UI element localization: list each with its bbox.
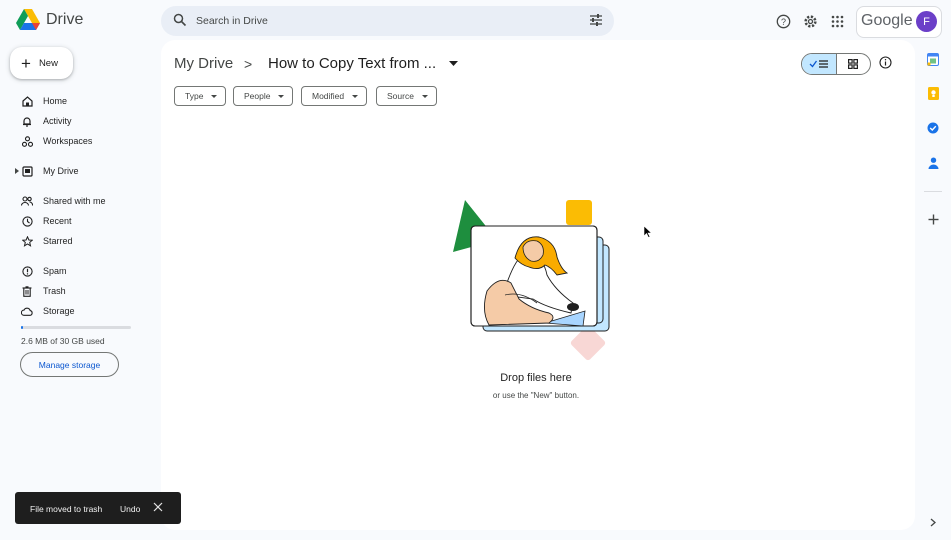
filter-modified[interactable]: Modified: [301, 86, 368, 106]
contacts-icon[interactable]: [926, 156, 940, 170]
my-drive-icon: [20, 164, 34, 178]
filter-label: Type: [185, 91, 204, 101]
filter-label: Modified: [312, 91, 345, 101]
sidebar-item-label: Starred: [43, 236, 73, 246]
chevron-down-icon: [278, 94, 285, 98]
calendar-icon[interactable]: [926, 52, 940, 66]
filter-label: Source: [387, 91, 414, 101]
search-input[interactable]: Search in Drive: [196, 15, 268, 27]
google-wordmark: Google: [861, 12, 913, 29]
chevron-down-icon[interactable]: [449, 61, 458, 66]
sidebar-item-label: Activity: [43, 116, 72, 126]
clock-icon: [20, 214, 34, 228]
empty-state-illustration: [445, 195, 625, 365]
tune-icon[interactable]: [589, 14, 603, 26]
snackbar-message: File moved to trash: [30, 504, 103, 514]
sidebar-item-activity[interactable]: Activity: [16, 112, 72, 130]
chevron-down-icon: [421, 94, 428, 98]
home-icon: [20, 94, 34, 108]
new-button[interactable]: + New: [10, 47, 73, 79]
drive-logo-icon[interactable]: [15, 8, 41, 32]
star-icon: [20, 234, 34, 248]
sidebar-item-label: Trash: [43, 286, 66, 296]
sidebar-item-storage[interactable]: Storage: [16, 302, 75, 320]
rail-divider: [924, 191, 942, 192]
filter-people[interactable]: People: [233, 86, 294, 106]
search-bar[interactable]: Search in Drive: [161, 6, 614, 36]
list-view-button[interactable]: [802, 54, 837, 74]
filter-type[interactable]: Type: [174, 86, 227, 106]
avatar[interactable]: F: [916, 11, 937, 32]
undo-button[interactable]: Undo: [120, 504, 140, 514]
mouse-cursor-icon: [644, 226, 652, 238]
sidebar-item-label: Recent: [43, 216, 72, 226]
breadcrumb-root[interactable]: My Drive: [174, 55, 233, 72]
add-icon[interactable]: [926, 212, 940, 226]
filter-label: People: [244, 91, 271, 101]
app-title[interactable]: Drive: [46, 11, 83, 29]
tasks-icon[interactable]: [926, 121, 940, 135]
close-icon[interactable]: [153, 502, 163, 512]
settings-icon[interactable]: [801, 12, 819, 30]
sidebar-item-recent[interactable]: Recent: [16, 212, 72, 230]
sidebar-item-label: Shared with me: [43, 196, 106, 206]
bell-icon: [20, 114, 34, 128]
spam-icon: [20, 264, 34, 278]
breadcrumb-separator: >: [244, 56, 253, 72]
filter-source[interactable]: Source: [376, 86, 437, 106]
cloud-icon: [20, 304, 34, 318]
breadcrumb-current[interactable]: How to Copy Text from ...: [268, 55, 436, 72]
sidebar-item-label: My Drive: [43, 166, 79, 176]
apps-grid-icon[interactable]: [828, 12, 846, 30]
sidebar-item-trash[interactable]: Trash: [16, 282, 66, 300]
snackbar: File moved to trash Undo: [15, 492, 181, 524]
svg-text:?: ?: [780, 17, 785, 27]
empty-state-title: Drop files here: [500, 372, 572, 384]
sidebar-item-label: Spam: [43, 266, 67, 276]
info-icon[interactable]: [879, 56, 892, 69]
view-toggle[interactable]: [801, 53, 871, 75]
storage-meter: [21, 326, 131, 329]
empty-state-subtitle: or use the "New" button.: [492, 391, 580, 400]
new-button-label: New: [38, 57, 58, 69]
sidebar-item-spam[interactable]: Spam: [16, 262, 67, 280]
chevron-right-icon[interactable]: [926, 515, 940, 529]
trash-icon: [20, 284, 34, 298]
chevron-down-icon: [352, 94, 359, 98]
help-icon[interactable]: ?: [774, 12, 792, 30]
chevron-down-icon: [211, 94, 218, 98]
sidebar-item-label: Home: [43, 96, 68, 106]
sidebar-item-workspaces[interactable]: Workspaces: [16, 132, 92, 150]
manage-storage-button[interactable]: Manage storage: [20, 352, 119, 377]
plus-icon: +: [21, 53, 31, 73]
storage-used-text: 2.6 MB of 30 GB used: [21, 336, 105, 346]
sidebar-item-home[interactable]: Home: [16, 92, 67, 110]
storage-meter-fill: [21, 326, 23, 329]
grid-view-button[interactable]: [837, 54, 871, 74]
keep-icon[interactable]: [926, 86, 940, 100]
sidebar-item-label: Workspaces: [43, 136, 93, 146]
search-icon[interactable]: [173, 13, 187, 27]
sidebar-item-my-drive[interactable]: My Drive: [16, 162, 79, 180]
account-switcher[interactable]: Google F: [856, 6, 942, 38]
sidebar-item-starred[interactable]: Starred: [16, 232, 73, 250]
people-icon: [20, 194, 34, 208]
workspaces-icon: [20, 134, 34, 148]
sidebar-item-label: Storage: [43, 306, 75, 316]
sidebar-item-shared[interactable]: Shared with me: [16, 192, 106, 210]
